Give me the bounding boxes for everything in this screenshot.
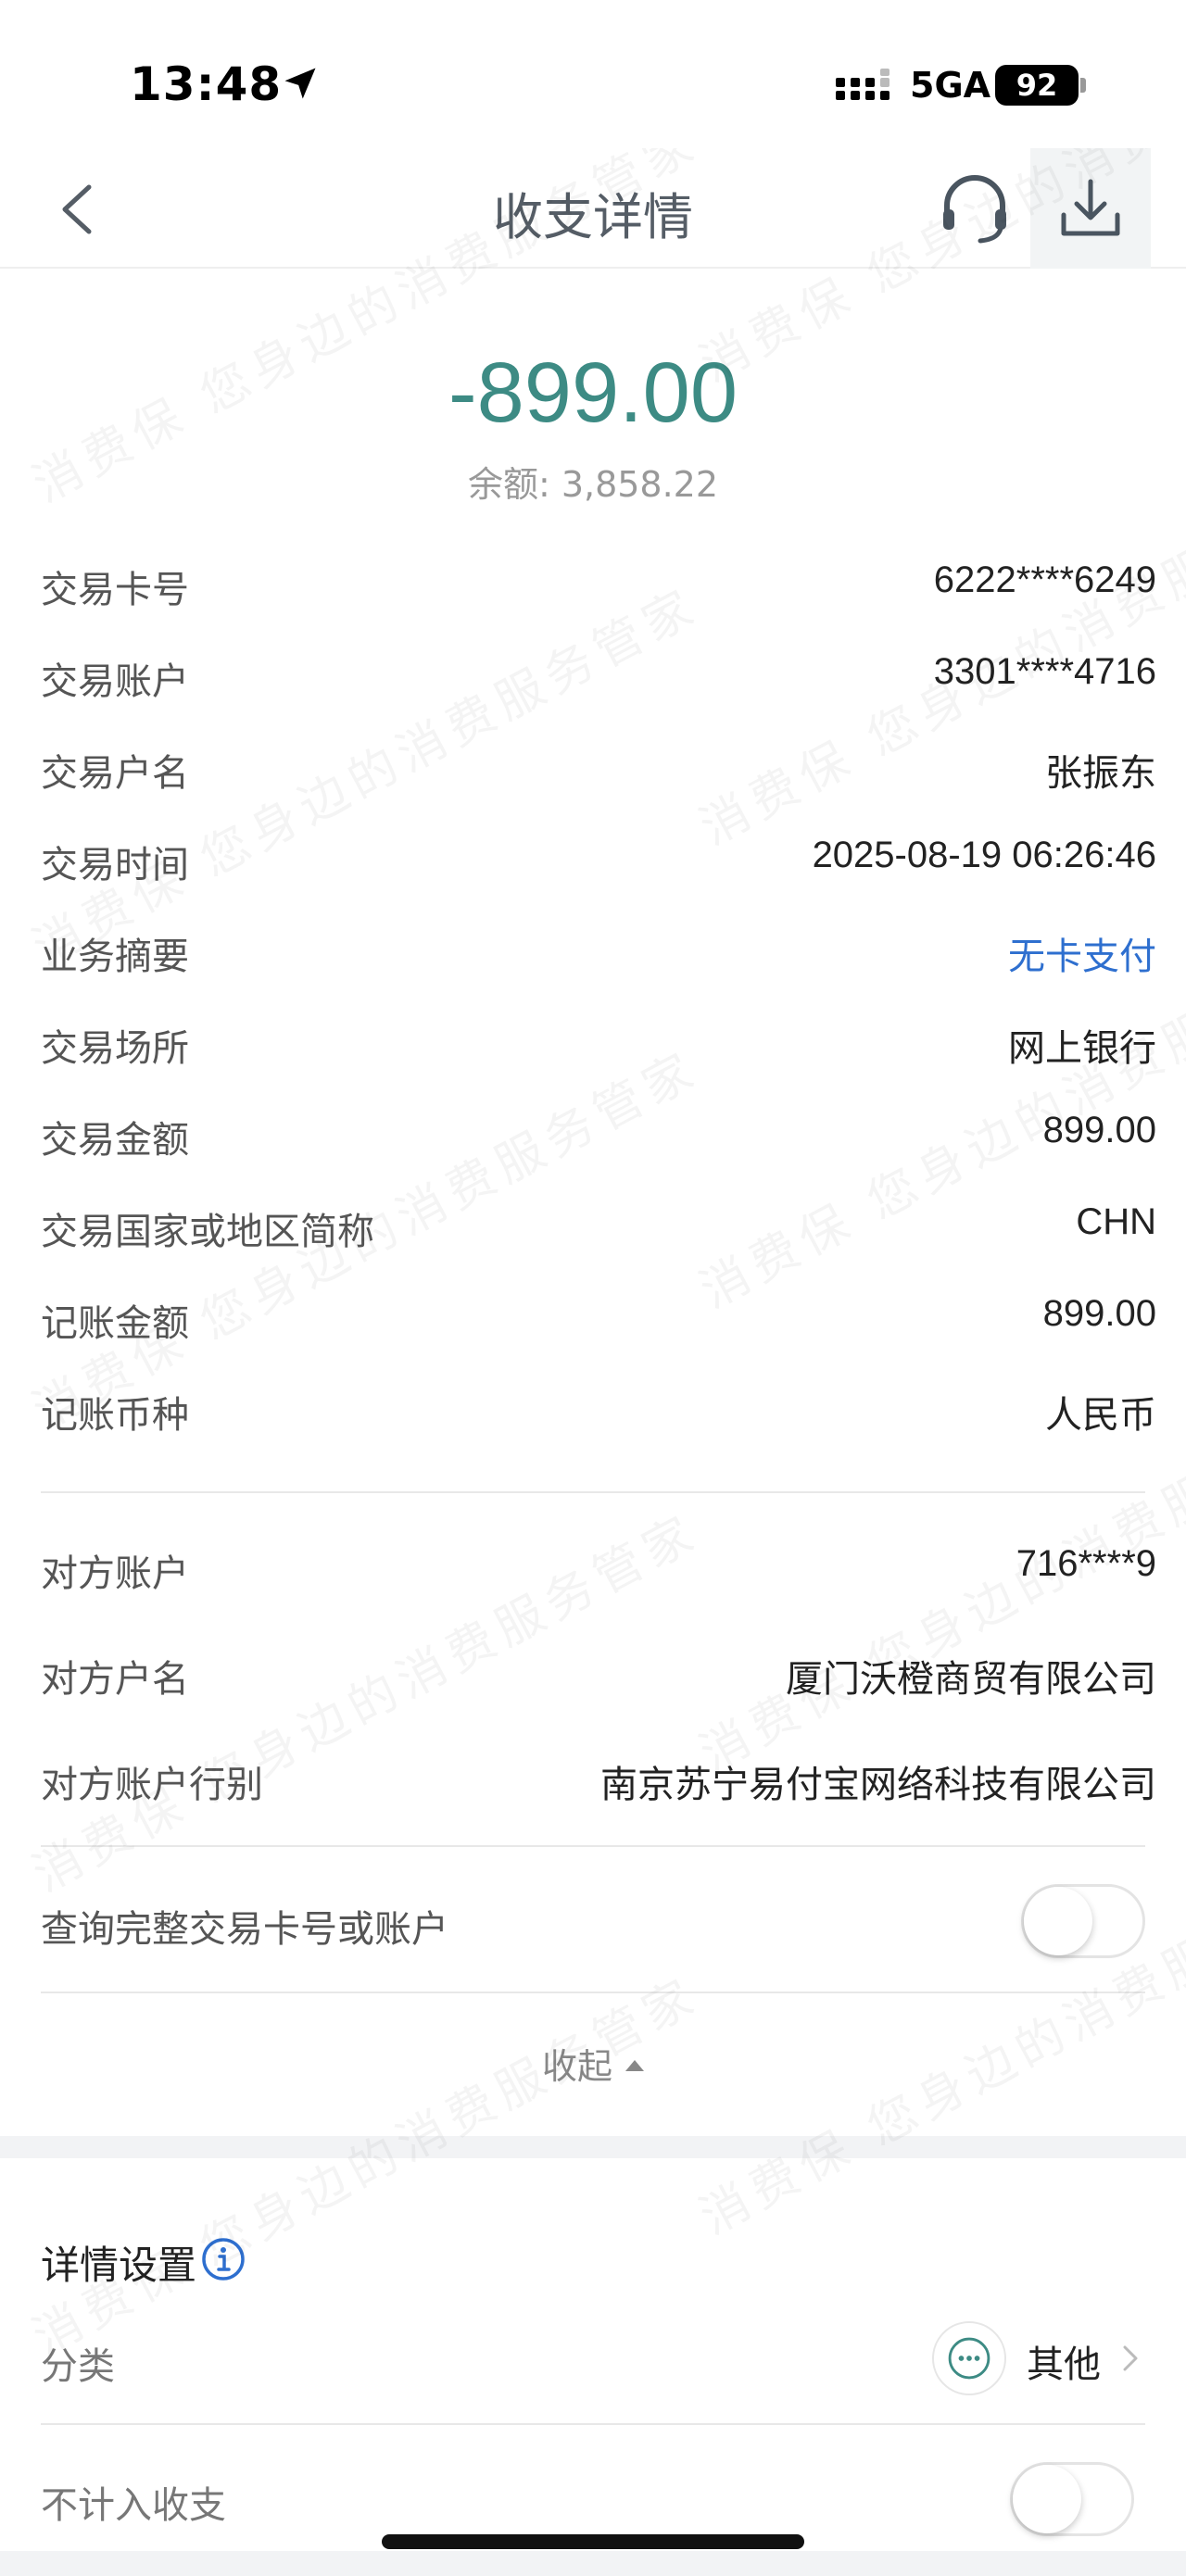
detail-value: 张振东 bbox=[1045, 753, 1156, 794]
detail-value: 899.00 bbox=[1042, 1293, 1156, 1334]
section-divider bbox=[41, 1992, 1145, 1993]
network-label: 5GA bbox=[910, 65, 991, 106]
detail-row-country: 交易国家或地区简称 CHN bbox=[0, 1179, 1186, 1271]
detail-label: 交易卡号 bbox=[41, 569, 189, 611]
detail-label: 记账币种 bbox=[41, 1394, 189, 1437]
section-gap bbox=[0, 2136, 1186, 2158]
battery-icon: 92 bbox=[995, 65, 1079, 106]
query-full-label: 查询完整交易卡号或账户 bbox=[41, 1908, 448, 1951]
section-divider bbox=[41, 1491, 1145, 1493]
customer-service-icon[interactable] bbox=[938, 172, 1012, 246]
section-divider bbox=[41, 1845, 1145, 1847]
summary-link[interactable]: 无卡支付 bbox=[1008, 926, 1156, 980]
detail-row-currency: 记账币种 人民币 bbox=[0, 1363, 1186, 1454]
download-button[interactable] bbox=[1030, 148, 1151, 269]
battery-tip bbox=[1080, 78, 1086, 93]
info-icon[interactable] bbox=[200, 2236, 246, 2282]
detail-label: 对方账户行别 bbox=[41, 1764, 263, 1806]
counterparty-account-row: 对方账户 716****9 bbox=[0, 1519, 1186, 1625]
nav-bar: 收支详情 bbox=[0, 148, 1186, 269]
detail-value: 人民币 bbox=[1045, 1395, 1156, 1436]
detail-value: 716****9 bbox=[1016, 1543, 1156, 1584]
detail-value: 南京苏宁易付宝网络科技有限公司 bbox=[600, 1765, 1156, 1805]
status-bar: 13:48 5GA 92 bbox=[0, 0, 1186, 148]
detail-label: 对方户名 bbox=[41, 1658, 189, 1701]
detail-row-venue: 交易场所 网上银行 bbox=[0, 996, 1186, 1087]
status-time: 13:48 bbox=[130, 57, 283, 111]
detail-value: 网上银行 bbox=[1008, 1028, 1156, 1069]
detail-value: 厦门沃橙商贸有限公司 bbox=[786, 1659, 1156, 1700]
query-full-toggle[interactable] bbox=[1021, 1884, 1145, 1958]
detail-label: 对方账户 bbox=[41, 1552, 189, 1595]
collapse-button[interactable]: 收起 bbox=[0, 2038, 1186, 2089]
collapse-label: 收起 bbox=[541, 2046, 612, 2087]
toggle-knob bbox=[1013, 2465, 1081, 2533]
category-row[interactable]: 分类 其他 bbox=[0, 2306, 1186, 2418]
more-dots-icon bbox=[932, 2321, 1006, 2395]
category-value: 其他 bbox=[1027, 2344, 1101, 2386]
toggle-knob bbox=[1024, 1887, 1092, 1955]
settings-title: 详情设置 bbox=[41, 2243, 197, 2288]
detail-value: 2025-08-19 06:26:46 bbox=[812, 835, 1156, 875]
detail-value: 6222****6249 bbox=[933, 559, 1156, 600]
detail-label: 交易场所 bbox=[41, 1027, 189, 1070]
balance-text: 余额: 3,858.22 bbox=[467, 464, 719, 505]
category-label: 分类 bbox=[41, 2345, 115, 2388]
detail-row-booked-amount: 记账金额 899.00 bbox=[0, 1271, 1186, 1363]
detail-label: 交易账户 bbox=[41, 660, 189, 703]
caret-up-icon bbox=[625, 2059, 644, 2071]
detail-label: 交易时间 bbox=[41, 844, 189, 886]
detail-label: 交易国家或地区简称 bbox=[41, 1211, 374, 1253]
counterparty-bank-row: 对方账户行别 南京苏宁易付宝网络科技有限公司 bbox=[0, 1730, 1186, 1836]
detail-value: 3301****4716 bbox=[933, 651, 1156, 692]
detail-row-account: 交易账户 3301****4716 bbox=[0, 629, 1186, 721]
bottom-band bbox=[0, 2551, 1186, 2576]
detail-label: 业务摘要 bbox=[41, 936, 189, 978]
section-divider bbox=[41, 2423, 1145, 2425]
detail-label: 交易户名 bbox=[41, 752, 189, 795]
signal-icon bbox=[836, 69, 890, 100]
detail-row-account-name: 交易户名 张振东 bbox=[0, 721, 1186, 812]
detail-row-time: 交易时间 2025-08-19 06:26:46 bbox=[0, 812, 1186, 904]
detail-value: CHN bbox=[1076, 1201, 1156, 1242]
location-arrow-icon bbox=[284, 68, 316, 99]
counterparty-name-row: 对方户名 厦门沃橙商贸有限公司 bbox=[0, 1625, 1186, 1730]
query-full-account-row: 查询完整交易卡号或账户 bbox=[0, 1853, 1186, 1992]
counterparty-details: 对方账户 716****9 对方户名 厦门沃橙商贸有限公司 对方账户行别 南京苏… bbox=[0, 1519, 1186, 1836]
detail-label: 交易金额 bbox=[41, 1119, 189, 1162]
download-icon bbox=[1061, 179, 1120, 236]
detail-row-amount: 交易金额 899.00 bbox=[0, 1087, 1186, 1179]
home-indicator[interactable] bbox=[382, 2534, 804, 2549]
transaction-details: 交易卡号 6222****6249 交易账户 3301****4716 交易户名… bbox=[0, 537, 1186, 1454]
detail-value: 899.00 bbox=[1042, 1110, 1156, 1150]
transaction-amount: -899.00 bbox=[448, 346, 738, 440]
chevron-right-icon bbox=[1123, 2345, 1138, 2371]
detail-row-summary: 业务摘要 无卡支付 bbox=[0, 904, 1186, 996]
exclude-label: 不计入收支 bbox=[41, 2484, 226, 2527]
detail-label: 记账金额 bbox=[41, 1302, 189, 1345]
exclude-toggle[interactable] bbox=[1010, 2462, 1134, 2536]
detail-row-card-number: 交易卡号 6222****6249 bbox=[0, 537, 1186, 629]
